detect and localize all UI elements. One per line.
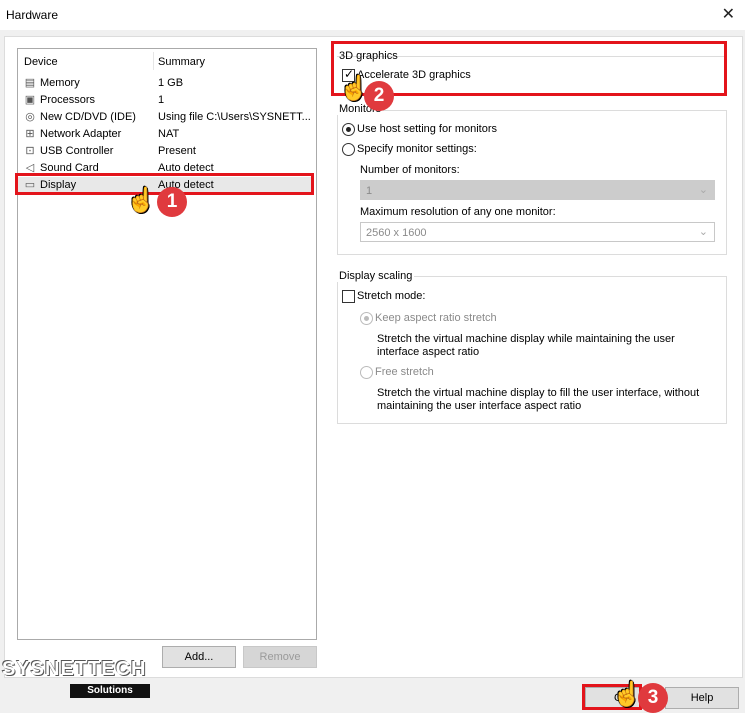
window-title: Hardware <box>6 8 59 22</box>
number-of-monitors-value: 1 <box>366 185 373 197</box>
free-stretch-label[interactable]: Free stretch <box>375 366 434 378</box>
device-name: Memory <box>40 77 80 89</box>
specify-monitor-radio[interactable] <box>342 143 355 156</box>
device-name: Processors <box>40 94 96 106</box>
device-list[interactable]: Device Summary ▤ Memory 1 GB ▣ Processors… <box>17 48 317 640</box>
watermark-sub: Solutions <box>70 684 150 698</box>
display-scaling-label: Display scaling <box>337 270 415 282</box>
device-column-header[interactable]: Device <box>24 56 58 68</box>
max-resolution-label: Maximum resolution of any one monitor: <box>360 206 556 218</box>
keep-aspect-radio[interactable] <box>360 312 373 325</box>
cd-dvd-icon: ◎ <box>25 111 35 123</box>
use-host-label[interactable]: Use host setting for monitors <box>357 123 497 135</box>
device-summary: 1 GB <box>158 77 184 89</box>
title-bar: Hardware ✕ <box>0 0 745 30</box>
help-button[interactable]: Help <box>665 687 739 709</box>
remove-button[interactable]: Remove <box>243 646 317 668</box>
keep-aspect-label[interactable]: Keep aspect ratio stretch <box>375 312 497 324</box>
device-row-processors[interactable]: ▣ Processors 1 <box>18 92 314 109</box>
number-of-monitors-select[interactable]: 1 ⌄ <box>360 180 715 200</box>
column-divider[interactable] <box>153 52 154 70</box>
step-badge-3: 3 <box>638 683 668 713</box>
device-row-network-adapter[interactable]: ⊞ Network Adapter NAT <box>18 126 314 143</box>
number-of-monitors-label: Number of monitors: <box>360 164 460 176</box>
device-name: USB Controller <box>40 145 114 157</box>
device-summary: Using file C:\Users\SYSNETT... <box>158 111 311 123</box>
device-name: New CD/DVD (IDE) <box>40 111 136 123</box>
device-summary: Present <box>158 145 196 157</box>
close-icon[interactable]: ✕ <box>722 4 735 24</box>
watermark-brand: SYSNETTECH <box>2 658 147 680</box>
usb-icon: ⊡ <box>25 145 35 157</box>
device-list-header: Device Summary <box>18 49 316 73</box>
summary-column-header[interactable]: Summary <box>158 56 205 68</box>
device-name: Network Adapter <box>40 128 122 140</box>
specify-monitor-label[interactable]: Specify monitor settings: <box>357 143 477 155</box>
chevron-down-icon: ⌄ <box>698 184 708 196</box>
network-adapter-icon: ⊞ <box>25 128 35 140</box>
device-summary: NAT <box>158 128 180 140</box>
step-badge-1: 1 <box>157 187 187 217</box>
chevron-down-icon: ⌄ <box>698 226 708 238</box>
memory-icon: ▤ <box>24 77 36 89</box>
device-row-memory[interactable]: ▤ Memory 1 GB <box>18 75 314 92</box>
pointer-hand-icon: ☝ <box>126 187 156 214</box>
device-summary: 1 <box>158 94 165 106</box>
device-row-usb-controller[interactable]: ⊡ USB Controller Present <box>18 143 314 160</box>
free-stretch-description: Stretch the virtual machine display to f… <box>377 387 700 412</box>
add-button[interactable]: Add... <box>162 646 236 668</box>
max-resolution-select[interactable]: 2560 x 1600 ⌄ <box>360 222 715 242</box>
stretch-mode-label[interactable]: Stretch mode: <box>357 290 425 302</box>
device-row-new-cd-dvd-ide[interactable]: ◎ New CD/DVD (IDE) Using file C:\Users\S… <box>18 109 314 126</box>
processor-icon: ▣ <box>24 94 36 106</box>
keep-aspect-description: Stretch the virtual machine display whil… <box>377 333 675 358</box>
step-badge-2: 2 <box>364 81 394 111</box>
max-resolution-value: 2560 x 1600 <box>366 227 427 239</box>
stretch-mode-checkbox[interactable] <box>342 290 355 303</box>
use-host-radio[interactable] <box>342 123 355 136</box>
free-stretch-radio[interactable] <box>360 366 373 379</box>
